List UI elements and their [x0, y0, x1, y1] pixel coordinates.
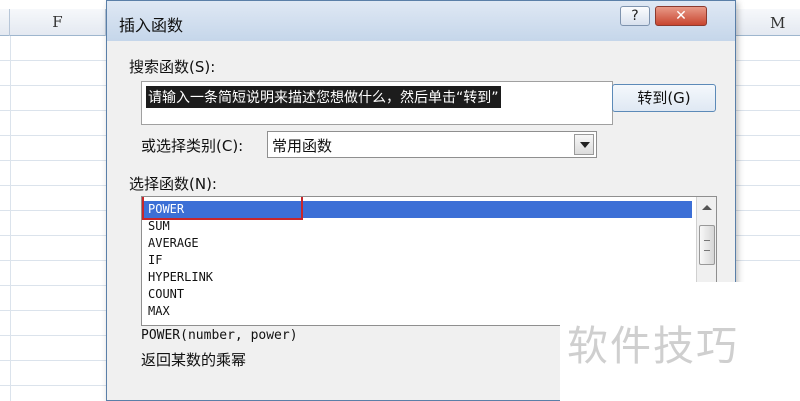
- goto-button[interactable]: 转到(G): [612, 84, 716, 112]
- function-item-hyperlink[interactable]: HYPERLINK: [148, 269, 213, 286]
- function-signature: POWER(number, power): [141, 328, 298, 343]
- search-function-text: 请输入一条简短说明来描述您想做什么，然后单击“转到”: [146, 86, 501, 108]
- select-function-label: 选择函数(N):: [129, 175, 217, 193]
- function-item-max[interactable]: MAX: [148, 303, 170, 320]
- column-header-f[interactable]: F: [10, 9, 106, 36]
- scroll-thumb[interactable]: [699, 225, 715, 265]
- grid-column-line: [10, 36, 11, 401]
- chevron-up-icon[interactable]: [699, 201, 715, 215]
- search-function-input[interactable]: 请输入一条简短说明来描述您想做什么，然后单击“转到”: [141, 81, 613, 125]
- function-item-sum[interactable]: SUM: [148, 218, 170, 235]
- function-item-average[interactable]: AVERAGE: [148, 235, 199, 252]
- category-label: 或选择类别(C):: [141, 137, 244, 155]
- column-header-m[interactable]: M: [770, 14, 785, 32]
- function-item-if[interactable]: IF: [148, 252, 162, 269]
- category-select[interactable]: 常用函数: [267, 131, 597, 158]
- close-button[interactable]: ✕: [655, 6, 707, 26]
- category-selected-value: 常用函数: [272, 137, 333, 155]
- dialog-titlebar[interactable]: 插入函数 ? ✕: [107, 1, 735, 41]
- function-item-power[interactable]: POWER: [142, 201, 692, 218]
- watermark-text: 软件技巧: [567, 322, 739, 370]
- function-description: 返回某数的乘幂: [141, 351, 247, 369]
- column-header-blank: [0, 9, 10, 36]
- chevron-down-icon[interactable]: [574, 134, 594, 155]
- help-button[interactable]: ?: [620, 6, 650, 26]
- search-function-label: 搜索函数(S):: [129, 58, 216, 76]
- function-item-count[interactable]: COUNT: [148, 286, 184, 303]
- dialog-title: 插入函数: [119, 16, 184, 35]
